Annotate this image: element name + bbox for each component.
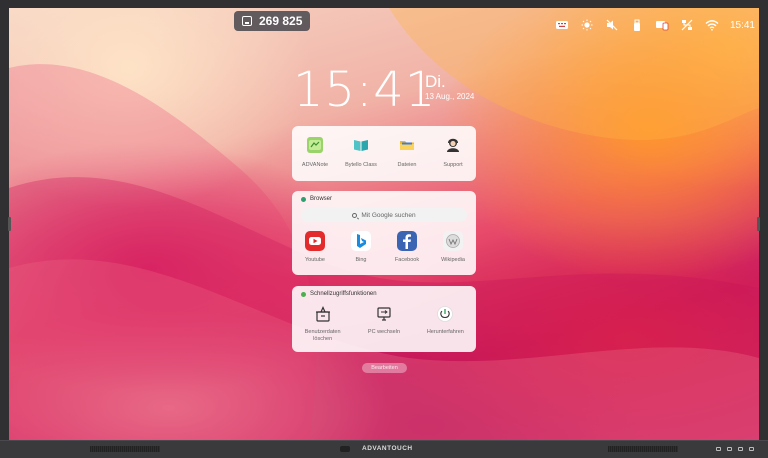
search-placeholder: Mit Google suchen	[361, 211, 416, 219]
quick-functions-panel: Schnellzugriffsfunktionen Benutzerdaten …	[292, 286, 476, 352]
browser-panel-header: Browser	[292, 191, 476, 202]
apps-panel: ADVANote Bytello Class Dateien Support	[292, 126, 476, 181]
quick-panel-header: Schnellzugriffsfunktionen	[292, 286, 476, 297]
quick-label: Benutzerdaten löschen	[304, 329, 341, 342]
browser-globe-icon	[301, 196, 306, 202]
app-label: Dateien	[397, 162, 417, 168]
app-label: Wikipedia	[441, 257, 465, 263]
keyboard-icon[interactable]	[555, 19, 569, 31]
pc-switch-icon	[375, 305, 393, 323]
brand-logo: ADVANTOUCH	[362, 445, 413, 452]
wikipedia-icon	[443, 231, 463, 251]
app-facebook[interactable]: Facebook	[386, 231, 428, 264]
left-edge-handle[interactable]	[8, 217, 11, 231]
clock-date: 13 Aug., 2024	[425, 92, 475, 101]
app-label: Bing	[355, 257, 367, 263]
quick-shield-icon	[301, 291, 306, 297]
app-label: Facebook	[394, 257, 420, 263]
network-off-icon[interactable]	[680, 19, 694, 31]
right-edge-handle[interactable]	[757, 217, 760, 231]
floppy-icon	[242, 16, 252, 26]
speaker-grill-right	[608, 446, 678, 452]
front-button-icon[interactable]	[738, 447, 743, 451]
usb-icon[interactable]	[630, 19, 644, 31]
browser-panel-title: Browser	[310, 196, 333, 202]
app-label: Youtube	[305, 257, 325, 263]
app-advanote[interactable]: ADVANote	[294, 137, 336, 169]
app-label: Bytello Class	[345, 162, 377, 168]
app-label: Support	[443, 162, 463, 168]
quick-panel-title: Schnellzugriffsfunktionen	[310, 291, 377, 297]
front-panel-buttons	[716, 447, 754, 451]
quick-pc-switch[interactable]: PC wechseln	[363, 305, 405, 343]
front-button-icon[interactable]	[716, 447, 721, 451]
support-agent-icon	[445, 137, 461, 153]
screen-share-icon[interactable]	[655, 19, 669, 31]
youtube-icon	[305, 231, 325, 251]
app-support[interactable]: Support	[432, 137, 474, 169]
clear-data-icon	[314, 305, 332, 323]
bing-icon	[351, 231, 371, 251]
book-icon	[353, 137, 369, 153]
brightness-icon[interactable]	[580, 19, 594, 31]
wifi-icon[interactable]	[705, 19, 719, 31]
browser-panel: Browser Mit Google suchen Youtube Bing F…	[292, 191, 476, 275]
camera-module	[340, 446, 350, 452]
search-icon	[352, 212, 358, 218]
edit-button[interactable]: Bearbeiten	[362, 363, 407, 373]
google-search-input[interactable]: Mit Google suchen	[301, 208, 467, 222]
clock-day: Di.	[425, 72, 446, 91]
speaker-grill-left	[90, 446, 160, 452]
app-wikipedia[interactable]: Wikipedia	[432, 231, 474, 264]
mute-icon[interactable]	[605, 19, 619, 31]
quick-shutdown[interactable]: Herunterfahren	[424, 305, 466, 343]
clock-time: 15:41	[293, 62, 437, 118]
quick-label: Herunterfahren	[426, 329, 464, 335]
counter-badge[interactable]: 269 825	[234, 11, 310, 31]
app-bytello-class[interactable]: Bytello Class	[340, 137, 382, 169]
app-bing[interactable]: Bing	[340, 231, 382, 264]
folder-icon	[399, 137, 415, 153]
advanote-icon	[307, 137, 323, 153]
front-button-icon[interactable]	[749, 447, 754, 451]
app-dateien[interactable]: Dateien	[386, 137, 428, 169]
front-button-icon[interactable]	[727, 447, 732, 451]
facebook-icon	[397, 231, 417, 251]
status-bar: 15:41	[555, 19, 755, 31]
app-youtube[interactable]: Youtube	[294, 231, 336, 264]
quick-clear-user-data[interactable]: Benutzerdaten löschen	[302, 305, 344, 343]
quick-label: PC wechseln	[367, 329, 401, 335]
app-label: ADVANote	[301, 162, 329, 168]
counter-value: 269 825	[259, 14, 303, 28]
status-time: 15:41	[729, 19, 755, 31]
power-icon	[436, 305, 454, 323]
